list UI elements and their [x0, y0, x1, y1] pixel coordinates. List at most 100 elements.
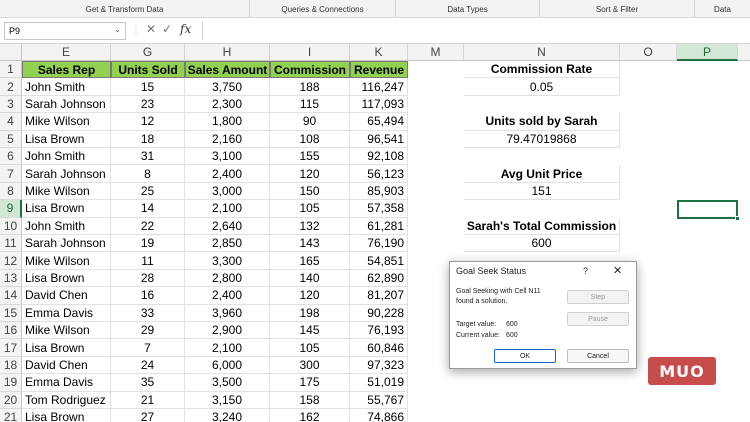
name-box[interactable]: P9 ⌄ [4, 22, 126, 40]
help-icon[interactable]: ? [583, 266, 588, 276]
cell-sales-rep[interactable]: David Chen [22, 287, 111, 305]
row-header-20[interactable]: 20 [0, 391, 22, 409]
cell-revenue[interactable]: 76,190 [350, 235, 408, 253]
row-header-4[interactable]: 4 [0, 113, 22, 131]
row-header-5[interactable]: 5 [0, 130, 22, 148]
cell-revenue[interactable]: 65,494 [350, 113, 408, 131]
row-header-10[interactable]: 10 [0, 217, 22, 235]
units-sold-sarah-label[interactable]: Units sold by Sarah [464, 113, 620, 131]
commission-rate-value[interactable]: 0.05 [464, 78, 620, 96]
cell-units-sold[interactable]: 35 [111, 374, 185, 392]
row-header-16[interactable]: 16 [0, 322, 22, 340]
cell-units-sold[interactable]: 24 [111, 356, 185, 375]
cell-sales-amount[interactable]: 2,160 [185, 130, 270, 148]
cell-revenue[interactable]: 92,108 [350, 148, 408, 166]
column-header-partial[interactable] [738, 44, 750, 61]
cell-units-sold[interactable]: 7 [111, 339, 185, 357]
cell-sales-rep[interactable]: Lisa Brown [22, 130, 111, 148]
cell-sales-rep[interactable]: Sarah Johnson [22, 95, 111, 114]
cell-units-sold[interactable]: 16 [111, 287, 185, 305]
column-header-k[interactable]: K [350, 44, 408, 61]
cell-units-sold[interactable]: 18 [111, 130, 185, 148]
row-header-7[interactable]: 7 [0, 165, 22, 183]
cell-sales-rep[interactable]: John Smith [22, 78, 111, 96]
column-header-h[interactable]: H [185, 44, 270, 61]
cell-commission[interactable]: 150 [270, 182, 350, 201]
cell-commission[interactable]: 158 [270, 391, 350, 409]
cell-commission[interactable]: 120 [270, 287, 350, 305]
commission-rate-label[interactable]: Commission Rate [464, 61, 620, 79]
cell-commission[interactable]: 165 [270, 252, 350, 270]
cell-sales-amount[interactable]: 2,800 [185, 269, 270, 288]
cell-revenue[interactable]: 60,846 [350, 339, 408, 357]
formula-input[interactable] [202, 22, 746, 40]
sarah-total-commission-value[interactable]: 600 [464, 235, 620, 253]
cell-units-sold[interactable]: 28 [111, 269, 185, 288]
row-header-21[interactable]: 21 [0, 409, 22, 422]
cell-revenue[interactable]: 90,228 [350, 304, 408, 322]
cell-sales-amount[interactable]: 3,100 [185, 148, 270, 166]
cell-sales-rep[interactable]: Mike Wilson [22, 113, 111, 131]
column-header-e[interactable]: E [22, 44, 111, 61]
header-units-sold[interactable]: Units Sold [111, 61, 185, 79]
fill-handle[interactable] [735, 215, 740, 221]
cell-sales-amount[interactable]: 2,100 [185, 339, 270, 357]
cell-sales-rep[interactable]: Sarah Johnson [22, 165, 111, 183]
cell-sales-rep[interactable]: Mike Wilson [22, 322, 111, 340]
cell-commission[interactable]: 115 [270, 95, 350, 114]
cell-sales-rep[interactable]: John Smith [22, 217, 111, 235]
row-header-19[interactable]: 19 [0, 374, 22, 392]
cell-commission[interactable]: 175 [270, 374, 350, 392]
step-button[interactable]: Step [567, 290, 629, 304]
header-commission[interactable]: Commission [270, 61, 350, 79]
cell-revenue[interactable]: 96,541 [350, 130, 408, 148]
cell-units-sold[interactable]: 15 [111, 78, 185, 96]
cell-sales-amount[interactable]: 3,750 [185, 78, 270, 96]
cell-sales-rep[interactable]: John Smith [22, 148, 111, 166]
insert-function-icon[interactable]: fx [180, 22, 191, 36]
cell-sales-rep[interactable]: Lisa Brown [22, 409, 111, 422]
cell-units-sold[interactable]: 19 [111, 235, 185, 253]
row-header-3[interactable]: 3 [0, 95, 22, 114]
row-header-1[interactable]: 1 [0, 61, 22, 79]
cell-commission[interactable]: 143 [270, 235, 350, 253]
column-header-n[interactable]: N [464, 44, 620, 61]
cell-commission[interactable]: 198 [270, 304, 350, 322]
cell-sales-amount[interactable]: 1,800 [185, 113, 270, 131]
cell-units-sold[interactable]: 29 [111, 322, 185, 340]
column-header-p[interactable]: P [677, 44, 738, 61]
cell-sales-amount[interactable]: 6,000 [185, 356, 270, 375]
cell-sales-rep[interactable]: Emma Davis [22, 304, 111, 322]
header-sales-amount[interactable]: Sales Amount [185, 61, 270, 79]
cell-units-sold[interactable]: 33 [111, 304, 185, 322]
active-cell-p9[interactable] [677, 200, 738, 219]
cell-commission[interactable]: 105 [270, 200, 350, 218]
cell-revenue[interactable]: 54,851 [350, 252, 408, 270]
column-header-m[interactable]: M [408, 44, 464, 61]
cell-sales-amount[interactable]: 2,900 [185, 322, 270, 340]
chevron-down-icon[interactable]: ⌄ [114, 25, 121, 34]
row-header-15[interactable]: 15 [0, 304, 22, 322]
cell-sales-amount[interactable]: 3,300 [185, 252, 270, 270]
row-header-17[interactable]: 17 [0, 339, 22, 357]
header-sales-rep[interactable]: Sales Rep [22, 61, 111, 79]
cell-sales-amount[interactable]: 2,400 [185, 165, 270, 183]
cell-revenue[interactable]: 85,903 [350, 182, 408, 201]
avg-unit-price-label[interactable]: Avg Unit Price [464, 165, 620, 183]
cell-commission[interactable]: 90 [270, 113, 350, 131]
row-header-13[interactable]: 13 [0, 269, 22, 288]
cell-revenue[interactable]: 81,207 [350, 287, 408, 305]
cell-sales-rep[interactable]: Lisa Brown [22, 339, 111, 357]
cell-units-sold[interactable]: 22 [111, 217, 185, 235]
cell-commission[interactable]: 132 [270, 217, 350, 235]
cell-sales-rep[interactable]: Lisa Brown [22, 200, 111, 218]
row-header-9[interactable]: 9 [0, 200, 22, 218]
cell-commission[interactable]: 120 [270, 165, 350, 183]
cell-units-sold[interactable]: 27 [111, 409, 185, 422]
cell-revenue[interactable]: 55,767 [350, 391, 408, 409]
cell-sales-amount[interactable]: 2,400 [185, 287, 270, 305]
cell-sales-amount[interactable]: 2,850 [185, 235, 270, 253]
cell-commission[interactable]: 140 [270, 269, 350, 288]
pause-button[interactable]: Pause [567, 312, 629, 326]
cell-revenue[interactable]: 117,093 [350, 95, 408, 114]
